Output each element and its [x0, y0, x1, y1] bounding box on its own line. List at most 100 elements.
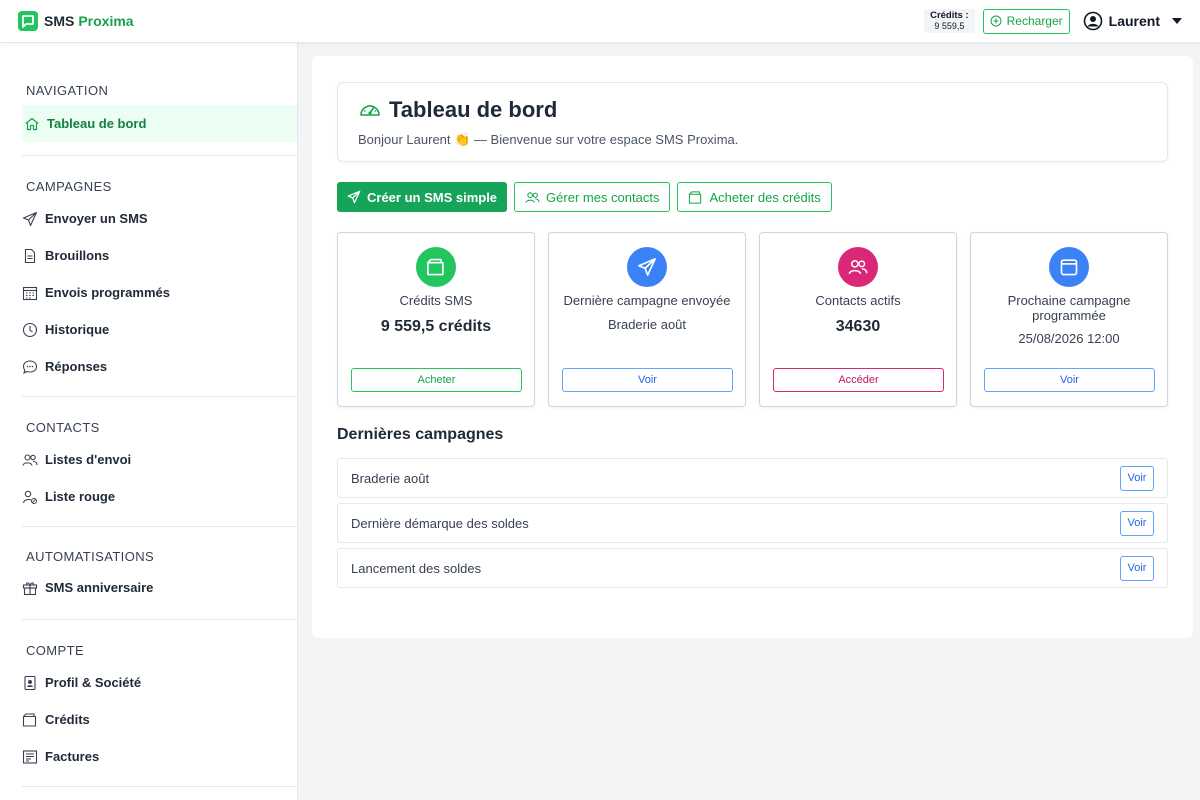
card-icon-wrapper — [627, 247, 667, 287]
wallet-icon — [22, 712, 37, 727]
credits-indicator: Crédits : 9 559,5 — [924, 9, 975, 33]
list-item: Lancement des soldes Voir — [337, 548, 1168, 588]
sidebar-item-send-sms[interactable]: Envoyer un SMS — [22, 200, 297, 237]
sidebar-item-dashboard[interactable]: Tableau de bord — [22, 105, 297, 142]
wallet-icon — [689, 190, 702, 204]
card-value: 25/08/2026 12:00 — [1018, 331, 1120, 346]
section-title: CAMPAGNES — [26, 179, 112, 194]
sidebar-item-blacklist[interactable]: Liste rouge — [22, 478, 297, 515]
card-icon-wrapper — [1049, 247, 1089, 287]
buy-credits-button[interactable]: Acheter des crédits — [677, 182, 832, 212]
wallet-icon — [427, 258, 444, 276]
stats-cards: Crédits SMS 9 559,5 crédits Acheter Dern… — [337, 232, 1168, 407]
sidebar-item-profile[interactable]: Profil & Société — [22, 664, 297, 701]
brand-accent: Proxima — [78, 13, 134, 29]
view-button[interactable]: Voir — [984, 368, 1155, 392]
credits-label: Crédits : — [930, 10, 969, 21]
view-button[interactable]: Voir — [1120, 465, 1154, 491]
view-button[interactable]: Voir — [562, 368, 733, 392]
recharge-button[interactable]: Recharger — [982, 8, 1070, 34]
sidebar-item-label: Profil & Société — [45, 675, 142, 690]
gauge-icon — [360, 105, 380, 116]
page-title: Tableau de bord — [358, 97, 557, 123]
last-campaign-card: Dernière campagne envoyée Braderie août … — [548, 232, 746, 407]
sidebar-item-invoices[interactable]: Factures — [22, 738, 297, 775]
card-value: 9 559,5 crédits — [380, 318, 492, 335]
buy-button[interactable]: Acheter — [351, 368, 522, 392]
sidebar-item-mailing-lists[interactable]: Listes d'envoi — [22, 441, 297, 478]
campaign-name: Braderie août — [351, 470, 430, 486]
main-panel: Tableau de bord Bonjour Laurent 👏 — Bien… — [312, 56, 1193, 638]
plus-circle-icon — [990, 15, 1002, 27]
users-icon — [848, 260, 868, 275]
calendar-icon — [1060, 259, 1078, 276]
user-circle-icon — [1083, 11, 1102, 31]
action-bar: Créer un SMS simple Gérer mes contacts A… — [337, 182, 832, 212]
sidebar-item-label: Factures — [45, 749, 100, 764]
sidebar: NAVIGATION Tableau de bord CAMPAGNES Env… — [0, 43, 298, 800]
manage-contacts-label: Gérer mes contacts — [546, 189, 660, 205]
card-value: 34630 — [835, 318, 881, 335]
view-button[interactable]: Voir — [1120, 510, 1154, 536]
document-icon — [24, 248, 36, 263]
welcome-subtitle: Bonjour Laurent 👏 — Bienvenue sur votre … — [358, 132, 739, 147]
sidebar-item-replies[interactable]: Réponses — [22, 348, 297, 385]
welcome-card: Tableau de bord Bonjour Laurent 👏 — Bien… — [337, 82, 1168, 162]
view-button[interactable]: Voir — [1120, 555, 1154, 581]
recent-campaigns-title: Dernières campagnes — [337, 426, 504, 443]
users-icon — [22, 453, 38, 466]
credits-card: Crédits SMS 9 559,5 crédits Acheter — [337, 232, 535, 407]
section-title: NAVIGATION — [26, 83, 109, 98]
sidebar-section-account: COMPTE Profil & Société Crédits Factures — [22, 620, 297, 787]
access-button[interactable]: Accéder — [773, 368, 944, 392]
manage-contacts-button[interactable]: Gérer mes contacts — [514, 182, 671, 212]
recharge-label: Recharger — [1006, 14, 1063, 28]
list-item: Dernière démarque des soldes Voir — [337, 503, 1168, 543]
sidebar-item-birthday-sms[interactable]: SMS anniversaire — [22, 569, 297, 606]
create-sms-button[interactable]: Créer un SMS simple — [337, 182, 508, 212]
buy-credits-label: Acheter des crédits — [709, 189, 821, 205]
sidebar-section-campagnes: CAMPAGNES Envoyer un SMS Brouillons Envo… — [22, 156, 297, 397]
sidebar-item-label: Tableau de bord — [47, 116, 147, 131]
list-item: Braderie août Voir — [337, 458, 1168, 498]
sidebar-item-label: Liste rouge — [45, 489, 116, 504]
user-name: Laurent — [1108, 13, 1160, 29]
sidebar-item-label: Envoyer un SMS — [45, 211, 148, 226]
sidebar-item-label: SMS anniversaire — [45, 580, 154, 595]
credits-value: 9 559,5 — [934, 21, 965, 31]
sidebar-item-drafts[interactable]: Brouillons — [22, 237, 297, 274]
card-title: Prochaine campagne programmée — [1007, 293, 1131, 323]
user-block-icon — [22, 490, 37, 504]
card-icon-wrapper — [838, 247, 878, 287]
clock-icon — [22, 322, 38, 337]
page-title-text: Tableau de bord — [389, 97, 558, 122]
user-menu[interactable]: Laurent — [1083, 11, 1182, 31]
chevron-down-icon — [1172, 18, 1182, 24]
card-title: Crédits SMS — [399, 293, 473, 308]
campaign-name: Dernière démarque des soldes — [351, 515, 529, 531]
card-title: Contacts actifs — [815, 293, 901, 308]
section-title: COMPTE — [26, 643, 85, 658]
top-header: SMS Proxima Crédits : 9 559,5 Recharger … — [0, 0, 1200, 43]
send-icon — [22, 211, 38, 226]
chat-icon — [22, 359, 38, 374]
gift-icon — [22, 581, 38, 595]
sidebar-item-history[interactable]: Historique — [22, 311, 297, 348]
campaign-name: Lancement des soldes — [351, 560, 482, 576]
sidebar-item-credits[interactable]: Crédits — [22, 701, 297, 738]
create-sms-label: Créer un SMS simple — [367, 189, 498, 205]
sidebar-item-scheduled[interactable]: Envois programmés — [22, 274, 297, 311]
section-title: AUTOMATISATIONS — [26, 549, 155, 564]
users-icon — [525, 191, 540, 203]
sidebar-section-contacts: CONTACTS Listes d'envoi Liste rouge — [22, 397, 297, 527]
next-campaign-card: Prochaine campagne programmée 25/08/2026… — [970, 232, 1168, 407]
sidebar-item-label: Historique — [45, 322, 110, 337]
sidebar-item-label: Crédits — [45, 712, 90, 727]
card-title: Dernière campagne envoyée — [563, 293, 731, 308]
brand-name: SMS — [44, 13, 75, 29]
calendar-icon — [22, 286, 38, 300]
home-icon — [25, 117, 39, 130]
brand[interactable]: SMS Proxima — [18, 11, 134, 31]
section-title: CONTACTS — [26, 420, 100, 435]
recent-campaigns-list: Braderie août Voir Dernière démarque des… — [337, 458, 1168, 593]
